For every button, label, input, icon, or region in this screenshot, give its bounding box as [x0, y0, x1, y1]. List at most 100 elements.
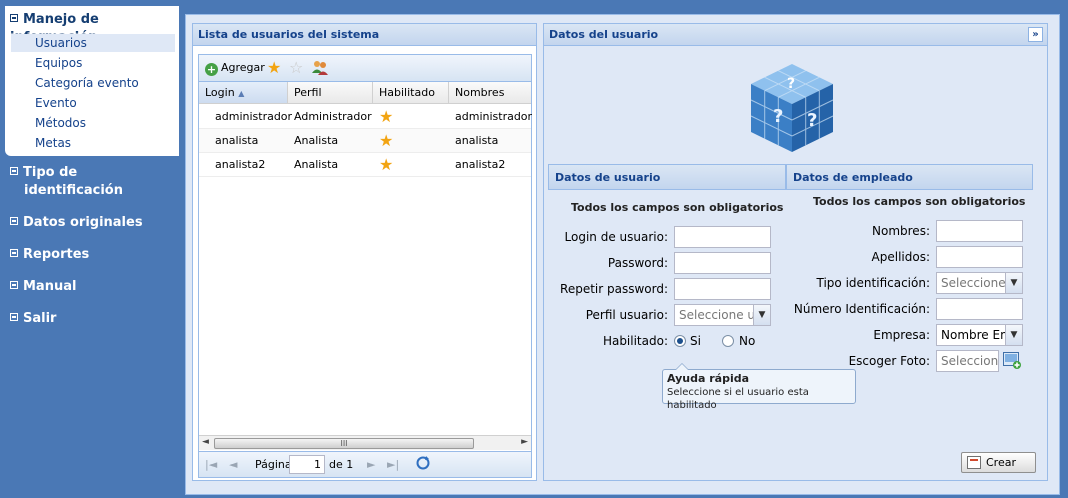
- collapse-panel-button[interactable]: »: [1028, 27, 1043, 42]
- nav-section-label: Manual: [23, 279, 77, 294]
- browse-photo-button[interactable]: [1002, 350, 1022, 370]
- id-number-label: Número Identificación:: [793, 302, 930, 316]
- tooltip-body: Seleccione si el usuario esta habilitado: [667, 387, 809, 411]
- profile-select[interactable]: Seleccione ur ▼: [674, 304, 771, 326]
- table-row[interactable]: analista Analista ★ analista: [199, 129, 531, 153]
- sort-asc-icon: ▲: [238, 89, 245, 98]
- repeat-password-input[interactable]: [674, 278, 771, 300]
- column-header-perfil[interactable]: Perfil: [288, 82, 373, 103]
- cell-perfil: Analista: [294, 158, 339, 171]
- navigation-sidebar: Manejo de información Usuarios Equipos C…: [0, 0, 180, 498]
- users-icon[interactable]: [311, 60, 329, 76]
- page-label: Página: [255, 458, 292, 471]
- profile-label: Perfil usuario:: [585, 308, 668, 322]
- horizontal-scrollbar[interactable]: ◄ III ►: [199, 435, 531, 450]
- refresh-icon[interactable]: [415, 455, 431, 476]
- nav-section-salir[interactable]: Salir: [10, 310, 56, 328]
- panel-title: Lista de usuarios del sistema: [193, 24, 536, 46]
- first-page-icon[interactable]: |◄: [205, 457, 217, 473]
- cell-nombres: analista: [455, 134, 499, 147]
- repeat-password-label: Repetir password:: [560, 282, 668, 296]
- svg-text:?: ?: [787, 76, 795, 92]
- page-number-input[interactable]: 1: [289, 455, 325, 474]
- enabled-yes-radio[interactable]: [674, 335, 686, 347]
- cell-login: analista: [215, 134, 259, 147]
- company-label: Empresa:: [873, 328, 930, 342]
- panel-title-text: Datos del usuario: [549, 28, 659, 41]
- nav-section-reportes[interactable]: Reportes: [10, 246, 89, 264]
- nav-item-equipos[interactable]: Equipos: [11, 54, 175, 72]
- nav-section-tipo-identificacion[interactable]: Tipo de identificación: [10, 164, 160, 200]
- cell-login: administrador: [215, 110, 293, 123]
- cell-perfil: Analista: [294, 134, 339, 147]
- column-header-login[interactable]: Login ▲: [199, 82, 288, 103]
- star-icon[interactable]: ★: [267, 60, 281, 76]
- user-data-section-header: Datos de usuario: [548, 164, 786, 190]
- id-type-select-value: Seleccione: [941, 276, 1006, 290]
- cell-nombres: administrador: [455, 110, 533, 123]
- chevron-down-icon[interactable]: ▼: [1005, 273, 1022, 293]
- star-icon: ★: [379, 155, 394, 174]
- nav-section-label: Reportes: [23, 247, 90, 262]
- nav-item-categoria-evento[interactable]: Categoría evento: [11, 74, 175, 92]
- nav-item-evento[interactable]: Evento: [11, 94, 175, 112]
- star-empty-icon[interactable]: ☆: [289, 60, 303, 76]
- grid-header: Login ▲ Perfil Habilitado Nombres: [199, 82, 531, 104]
- company-select[interactable]: Nombre Em ▼: [936, 324, 1023, 346]
- id-type-label: Tipo identificación:: [816, 276, 930, 290]
- help-cube-icon: ? ? ?: [749, 62, 835, 154]
- password-input[interactable]: [674, 252, 771, 274]
- nav-section-datos-originales[interactable]: Datos originales: [10, 214, 143, 232]
- id-type-select[interactable]: Seleccione ▼: [936, 272, 1023, 294]
- employee-required-note: Todos los campos son obligatorios: [813, 195, 1026, 208]
- nav-item-metas[interactable]: Metas: [11, 134, 175, 152]
- employee-data-section-header: Datos de empleado: [786, 164, 1033, 190]
- scroll-left-icon[interactable]: ◄: [202, 437, 209, 447]
- chevron-down-icon[interactable]: ▼: [753, 305, 770, 325]
- id-number-input[interactable]: [936, 298, 1023, 320]
- nav-section-manual[interactable]: Manual: [10, 278, 76, 296]
- column-header-nombres[interactable]: Nombres: [449, 82, 531, 103]
- nav-item-metodos[interactable]: Métodos: [11, 114, 175, 132]
- create-button[interactable]: Crear: [961, 452, 1036, 473]
- nav-section-label: Datos originales: [23, 215, 143, 230]
- expand-icon: [10, 217, 18, 225]
- next-page-icon[interactable]: ►: [367, 457, 375, 473]
- star-icon: ★: [379, 131, 394, 150]
- quick-help-tooltip: Ayuda rápida Seleccione si el usuario es…: [662, 363, 856, 411]
- password-label: Password:: [607, 256, 668, 270]
- grid-toolbar: + Agregar ★ ☆: [199, 55, 531, 82]
- photo-label: Escoger Foto:: [848, 354, 930, 368]
- nav-section-label: Tipo de identificación: [23, 165, 123, 198]
- expand-icon: [10, 281, 18, 289]
- nav-item-usuarios[interactable]: Usuarios: [11, 34, 175, 52]
- surnames-input[interactable]: [936, 246, 1023, 268]
- names-input[interactable]: [936, 220, 1023, 242]
- last-page-icon[interactable]: ►|: [387, 457, 399, 473]
- collapse-icon: [10, 14, 18, 22]
- panel-title: Datos del usuario »: [544, 24, 1047, 46]
- cell-nombres: analista2: [455, 158, 506, 171]
- enabled-yes-label: Si: [690, 334, 701, 348]
- scroll-right-icon[interactable]: ►: [521, 437, 528, 447]
- main-content: Lista de usuarios del sistema + Agregar ★…: [185, 14, 1060, 495]
- column-header-habilitado[interactable]: Habilitado: [373, 82, 449, 103]
- expand-icon: [10, 313, 18, 321]
- surnames-label: Apellidos:: [871, 250, 930, 264]
- add-button[interactable]: + Agregar: [205, 60, 265, 76]
- photo-file-input[interactable]: Seleccione: [936, 350, 999, 372]
- table-row[interactable]: analista2 Analista ★ analista2: [199, 153, 531, 177]
- expand-icon: [10, 249, 18, 257]
- scroll-thumb[interactable]: III: [214, 438, 474, 449]
- enabled-no-label: No: [739, 334, 756, 348]
- nav-section-open: Manejo de información Usuarios Equipos C…: [5, 6, 179, 156]
- enabled-no-radio[interactable]: [722, 335, 734, 347]
- cell-perfil: Administrador: [294, 110, 372, 123]
- users-list-panel: Lista de usuarios del sistema + Agregar ★…: [192, 23, 537, 481]
- user-required-note: Todos los campos son obligatorios: [571, 201, 784, 214]
- add-button-label: Agregar: [221, 61, 265, 74]
- chevron-down-icon[interactable]: ▼: [1005, 325, 1022, 345]
- prev-page-icon[interactable]: ◄: [229, 457, 237, 473]
- table-row[interactable]: administrador Administrador ★ administra…: [199, 105, 533, 129]
- login-input[interactable]: [674, 226, 771, 248]
